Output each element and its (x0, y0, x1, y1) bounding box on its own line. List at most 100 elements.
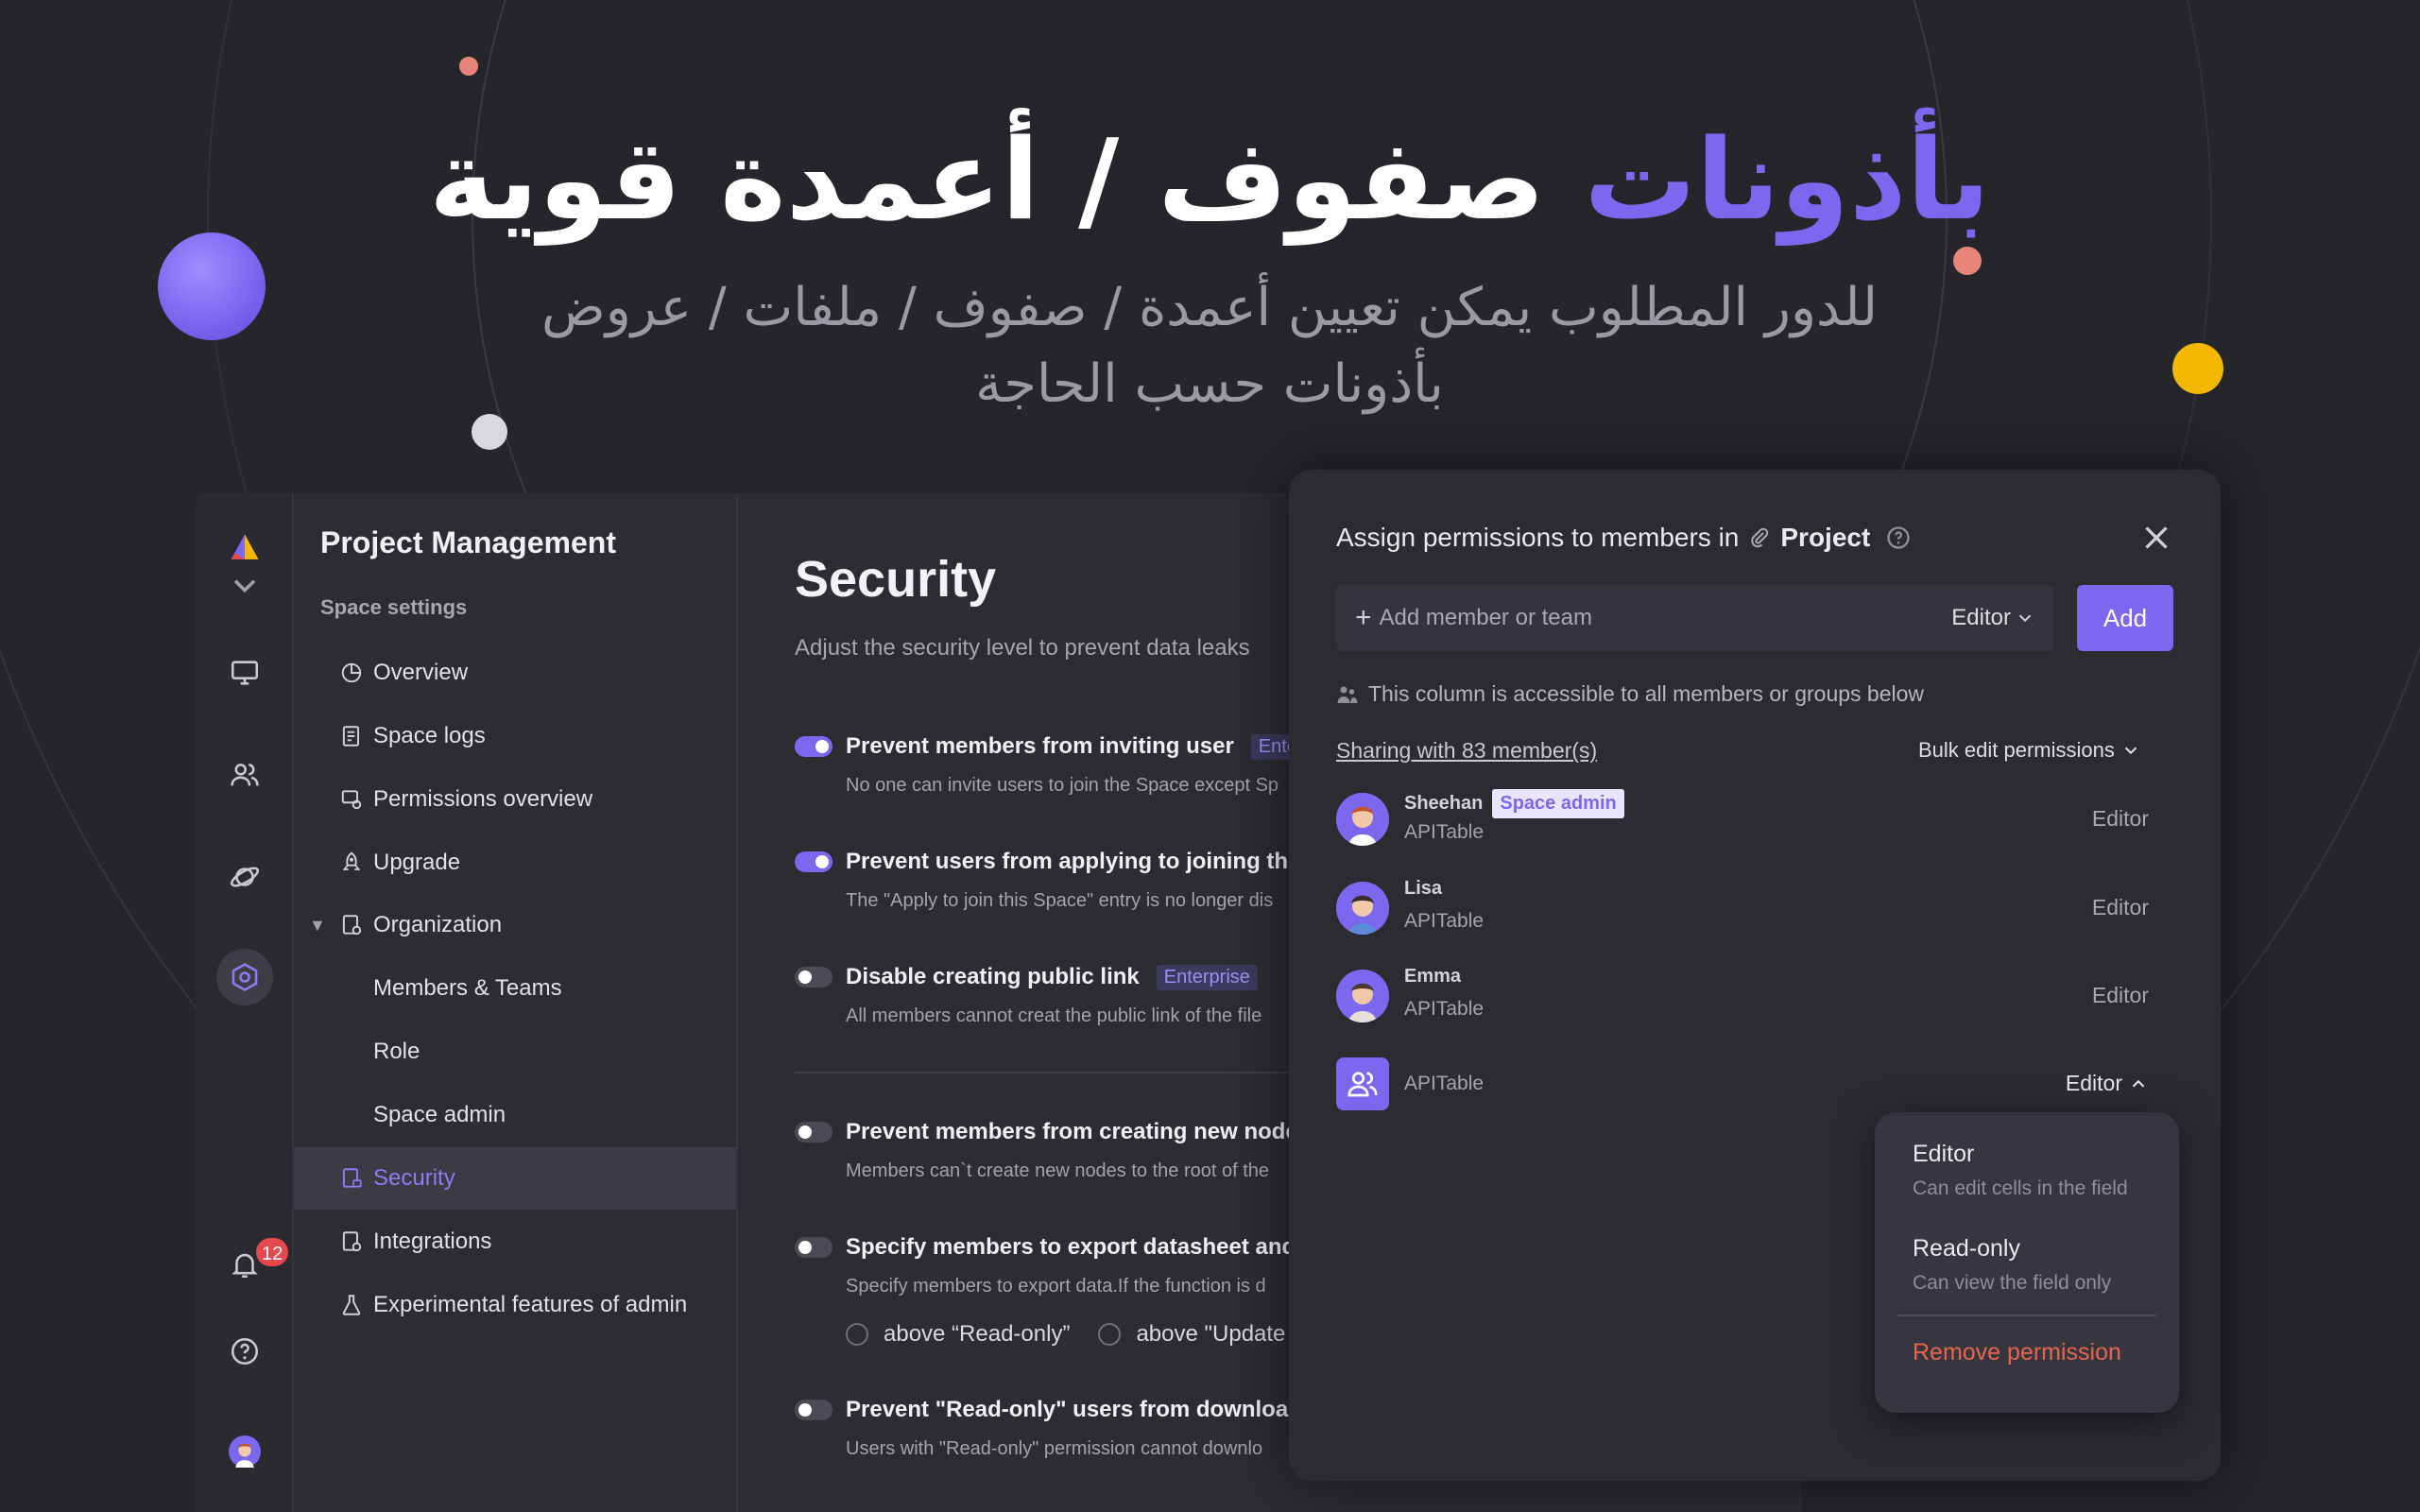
toggle-switch[interactable] (795, 967, 832, 988)
integrations-icon (339, 1229, 364, 1254)
member-org: APITable (1404, 821, 1485, 843)
avatar (1336, 793, 1389, 846)
member-org: APITable (1404, 910, 1485, 932)
page-title: Security (795, 551, 997, 608)
team-name: APITable (1404, 1073, 1485, 1094)
hero-title: بأذونات صفوف / أعمدة قوية (359, 113, 2060, 248)
bulk-edit-label: Bulk edit permissions (1918, 738, 2115, 762)
section-label: Space settings (320, 595, 468, 619)
modal-heading: Assign permissions to members in (1336, 523, 1740, 552)
log-icon (339, 724, 364, 748)
plus-icon: + (1355, 602, 1372, 633)
sidebar-item-label: Security (373, 1165, 455, 1191)
hero-subtitle: للدور المطلوب يمكن تعيين أعمدة / صفوف / … (454, 269, 1965, 422)
radio-label: above “Read-only” (884, 1321, 1071, 1347)
space-admin-badge: Space admin (1492, 789, 1624, 818)
input-placeholder: Add member or team (1379, 605, 1592, 630)
sidebar-item-label: Space logs (373, 723, 486, 748)
add-member-input[interactable]: + Add member or team Editor (1336, 585, 2054, 651)
sidebar-item-label: Overview (373, 660, 469, 685)
sidebar-item-label: Permissions overview (373, 786, 593, 812)
sidebar-item-integrations[interactable]: Integrations (294, 1211, 736, 1273)
menu-item-title: Read-only (1913, 1235, 2020, 1262)
chevron-up-icon (2132, 1079, 2145, 1087)
rocket-icon (339, 850, 364, 875)
setting-label: Prevent members from creating new nodes (846, 1119, 1312, 1144)
help-circle-icon[interactable] (1885, 524, 1912, 551)
sidebar-item-space-logs[interactable]: Space logs (294, 705, 736, 767)
security-lock-icon (339, 1166, 364, 1191)
group-icon (1337, 686, 1358, 703)
member-role-select[interactable]: Editor (2092, 983, 2149, 1008)
export-permission-radios: above “Read-only” above "Update (846, 1321, 1285, 1348)
space-title: Project Management (320, 525, 616, 559)
sidebar-item-security[interactable]: Security (294, 1147, 736, 1210)
user-avatar[interactable] (216, 1423, 273, 1480)
sidebar-item-role[interactable]: Role (294, 1021, 736, 1083)
toggle-switch[interactable] (795, 851, 832, 872)
member-role-select[interactable]: Editor (2066, 1071, 2149, 1096)
avatar (1336, 970, 1389, 1022)
sidebar-item-organization[interactable]: ▼ Organization (294, 894, 736, 956)
hero-subtitle-line: للدور المطلوب يمكن تعيين أعمدة / صفوف / … (541, 277, 1878, 338)
sidebar-item-upgrade[interactable]: Upgrade (294, 832, 736, 894)
members-icon[interactable] (216, 747, 273, 803)
project-name: Project (1780, 523, 1871, 552)
sidebar-item-experimental[interactable]: Experimental features of admin (294, 1274, 736, 1336)
member-name-text: Lisa (1404, 878, 1443, 899)
modal-header: Assign permissions to members in Project (1336, 523, 1912, 553)
workbench-icon[interactable] (216, 644, 273, 701)
sidebar-item-members-teams[interactable]: Members & Teams (294, 957, 736, 1020)
close-icon[interactable] (2139, 521, 2173, 555)
setting-label: Prevent users from applying to joining t… (846, 849, 1323, 874)
radio-read-only[interactable] (846, 1323, 868, 1346)
chevron-down-icon (2018, 614, 2032, 623)
menu-item-title: Editor (1913, 1141, 1975, 1167)
member-name: Emma (1404, 966, 1461, 988)
help-icon[interactable] (216, 1323, 273, 1380)
role-select[interactable]: Editor (1951, 605, 2035, 631)
sidebar-item-label: Members & Teams (373, 975, 562, 1001)
team-icon (1336, 1057, 1389, 1110)
sidebar-item-permissions-overview[interactable]: Permissions overview (294, 768, 736, 831)
app-logo-icon[interactable] (216, 520, 273, 576)
menu-item-editor[interactable]: Editor Can edit cells in the field (1913, 1141, 2128, 1200)
toggle-switch[interactable] (795, 1400, 832, 1420)
setting-label: Prevent members from inviting user (846, 733, 1234, 759)
menu-item-read-only[interactable]: Read-only Can view the field only (1913, 1235, 2111, 1295)
page-subtitle: Adjust the security level to prevent dat… (795, 635, 1250, 661)
member-role-select[interactable]: Editor (2092, 806, 2149, 832)
pie-chart-icon (339, 661, 364, 685)
member-org: APITable (1404, 998, 1485, 1020)
hero-title-accent: بأذونات (1584, 114, 1991, 245)
menu-item-remove-permission[interactable]: Remove permission (1913, 1339, 2121, 1366)
member-row: Sheehan Space admin APITable Editor (1336, 785, 2168, 851)
chevron-down-icon[interactable] (216, 571, 273, 599)
add-button[interactable]: Add (2077, 585, 2173, 651)
flask-icon (339, 1293, 364, 1317)
caret-down-icon[interactable]: ▼ (309, 916, 326, 936)
sidebar-item-label: Integrations (373, 1228, 492, 1254)
toggle-switch[interactable] (795, 1237, 832, 1258)
sidebar-item-label: Organization (373, 912, 503, 937)
planet-icon[interactable] (216, 849, 273, 905)
settings-sidebar: Project Management Space settings Overvi… (294, 493, 738, 1512)
member-row-team: APITable Editor (1336, 1050, 2168, 1116)
hero-subtitle-line: بأذونات حسب الحاجة (975, 353, 1444, 416)
radio-update[interactable] (1098, 1323, 1122, 1346)
sidebar-item-overview[interactable]: Overview (294, 642, 736, 704)
bulk-edit-button[interactable]: Bulk edit permissions (1918, 738, 2141, 763)
hero-title-rest: صفوف / أعمدة قوية (428, 114, 1546, 245)
menu-divider (1897, 1314, 2156, 1316)
role-dropdown-menu: Editor Can edit cells in the field Read-… (1875, 1112, 2179, 1413)
member-role-select[interactable]: Editor (2092, 895, 2149, 920)
sidebar-item-space-admin[interactable]: Space admin (294, 1084, 736, 1146)
sharing-count-link[interactable]: Sharing with 83 member(s) (1336, 738, 1597, 764)
toggle-switch[interactable] (795, 1122, 832, 1143)
radio-label: above "Update (1136, 1321, 1286, 1347)
enterprise-tag: Enterprise (1156, 964, 1258, 990)
member-name: Lisa (1404, 878, 1442, 900)
settings-icon[interactable] (216, 949, 273, 1005)
toggle-switch[interactable] (795, 736, 832, 757)
setting-label: Disable creating public link (846, 964, 1140, 989)
